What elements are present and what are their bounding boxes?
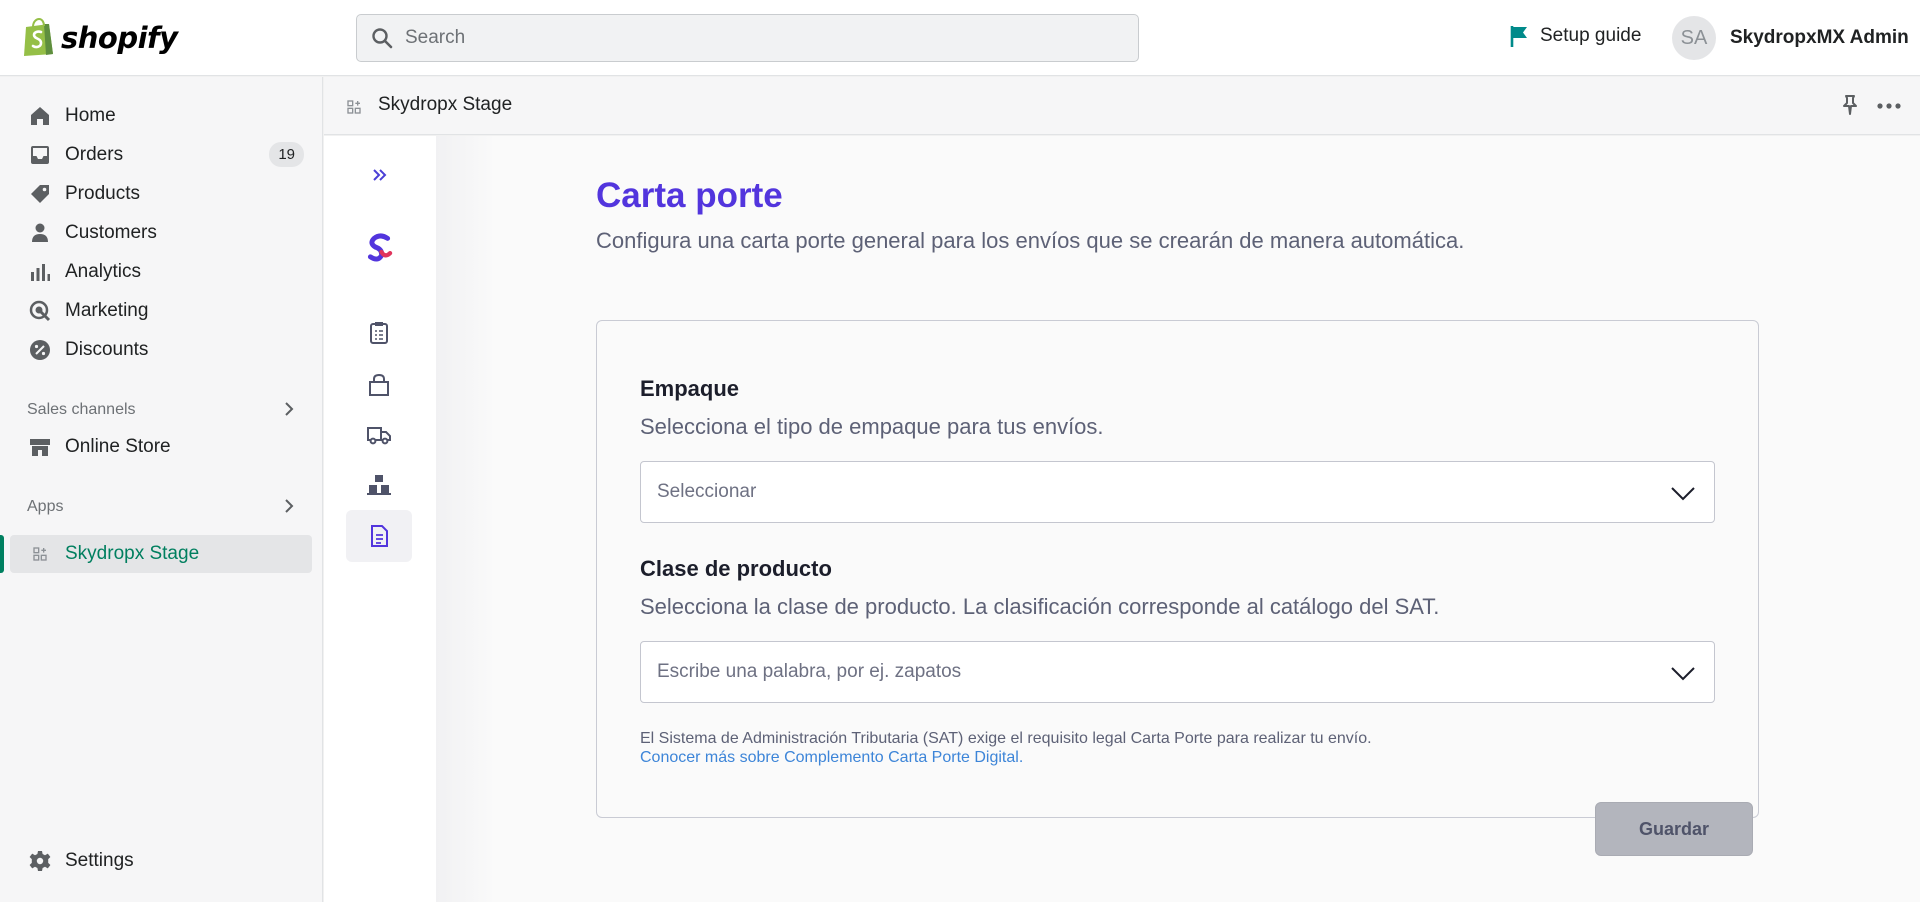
- rail-shop-button[interactable]: [346, 359, 412, 411]
- rail-orders-button[interactable]: [346, 307, 412, 359]
- search-bar[interactable]: [356, 14, 1139, 62]
- brand-name: shopify: [61, 20, 178, 55]
- boxes-icon: [367, 475, 391, 495]
- home-icon: [31, 107, 49, 125]
- tag-icon: [31, 185, 49, 203]
- chevron-down-icon: [1671, 667, 1695, 681]
- rail-carta-porte-button[interactable]: [346, 510, 412, 562]
- active-indicator: [0, 535, 4, 573]
- app-side-rail: [324, 136, 436, 902]
- rail-shipments-button[interactable]: [346, 409, 412, 461]
- packaging-select[interactable]: Seleccionar: [640, 461, 1715, 523]
- sidebar-item-label: Products: [65, 183, 140, 204]
- discount-icon: [30, 340, 50, 360]
- setup-guide-button[interactable]: Setup guide: [1508, 24, 1641, 48]
- page-subtitle: Configura una carta porte general para l…: [596, 228, 1465, 253]
- app-grid-icon: [33, 547, 47, 561]
- truck-icon: [367, 427, 391, 445]
- sidebar-item-discounts[interactable]: Discounts: [28, 334, 304, 366]
- sidebar-item-label: Orders: [65, 144, 124, 165]
- sidebar-item-orders[interactable]: Orders 19: [28, 139, 304, 171]
- save-button[interactable]: Guardar: [1595, 802, 1753, 856]
- chevron-right-icon[interactable]: [280, 400, 298, 418]
- gear-icon: [29, 851, 51, 871]
- app-title: Skydropx Stage: [378, 94, 513, 115]
- user-menu[interactable]: SA SkydropxMX Admin: [1672, 16, 1909, 60]
- search-icon: [372, 28, 393, 49]
- expand-rail-button[interactable]: [346, 149, 412, 201]
- sidebar-item-analytics[interactable]: Analytics: [28, 256, 304, 288]
- top-bar: shopify Setup guide SA SkydropxMX Admin: [0, 0, 1920, 76]
- rail-shadow: [436, 136, 496, 902]
- chevron-down-icon: [1671, 487, 1695, 501]
- sidebar-item-label: Marketing: [65, 300, 149, 321]
- flag-icon: [1510, 26, 1527, 47]
- app-grid-icon: [347, 100, 361, 114]
- sat-note: El Sistema de Administración Tributaria …: [640, 730, 1372, 747]
- search-input[interactable]: [405, 27, 1105, 49]
- sidebar-item-marketing[interactable]: Marketing: [28, 295, 304, 327]
- sidebar-item-label: Skydropx Stage: [65, 543, 200, 564]
- packaging-select-value: Seleccionar: [657, 481, 757, 502]
- skydropx-logo: [346, 221, 412, 273]
- document-icon: [371, 525, 388, 547]
- sidebar-item-home[interactable]: Home: [28, 100, 304, 132]
- product-class-placeholder: Escribe una palabra, por ej. zapatos: [657, 661, 962, 682]
- double-chevron-right-icon: [373, 169, 387, 181]
- page-title: Carta porte: [596, 176, 783, 215]
- target-icon: [29, 300, 51, 322]
- app-header: Skydropx Stage: [324, 77, 1920, 135]
- chevron-right-icon[interactable]: [280, 497, 298, 515]
- setup-guide-label: Setup guide: [1540, 25, 1642, 46]
- sidebar: Home Orders 19 Products Customers Analyt…: [0, 77, 323, 902]
- sidebar-item-products[interactable]: Products: [28, 178, 304, 210]
- product-class-select[interactable]: Escribe una palabra, por ej. zapatos: [640, 641, 1715, 703]
- sidebar-item-label: Home: [65, 105, 116, 126]
- store-icon: [30, 439, 50, 456]
- clipboard-icon: [370, 322, 388, 344]
- sidebar-item-label: Online Store: [65, 436, 171, 457]
- more-horizontal-icon[interactable]: [1876, 95, 1902, 117]
- user-name: SkydropxMX Admin: [1730, 27, 1909, 48]
- bar-chart-icon: [31, 264, 50, 281]
- shopping-bag-icon: [369, 373, 389, 396]
- skydropx-logo-icon: [367, 233, 393, 262]
- sidebar-item-label: Settings: [65, 850, 134, 871]
- sidebar-item-skydropx[interactable]: Skydropx Stage: [28, 538, 304, 570]
- sidebar-item-label: Discounts: [65, 339, 149, 360]
- carta-porte-info-link[interactable]: Conocer más sobre Complemento Carta Port…: [640, 749, 1023, 767]
- orders-icon: [31, 146, 49, 164]
- sidebar-item-label: Customers: [65, 222, 157, 243]
- rail-packages-button[interactable]: [346, 459, 412, 511]
- apps-title: Apps: [27, 498, 64, 515]
- sidebar-item-label: Analytics: [65, 261, 142, 282]
- person-icon: [32, 223, 48, 242]
- avatar: SA: [1672, 16, 1716, 60]
- shopify-bag-icon: [24, 18, 53, 56]
- product-class-label: Clase de producto: [640, 556, 832, 581]
- sales-channels-title: Sales channels: [27, 401, 136, 418]
- sidebar-item-customers[interactable]: Customers: [28, 217, 304, 249]
- orders-count-badge: 19: [269, 142, 304, 167]
- product-class-help: Selecciona la clase de producto. La clas…: [640, 594, 1440, 619]
- sidebar-item-online-store[interactable]: Online Store: [28, 431, 304, 463]
- shopify-logo[interactable]: shopify: [22, 18, 178, 57]
- pin-icon[interactable]: [1839, 94, 1861, 116]
- sidebar-item-settings[interactable]: Settings: [28, 845, 304, 877]
- packaging-help: Selecciona el tipo de empaque para tus e…: [640, 414, 1104, 439]
- packaging-label: Empaque: [640, 376, 740, 401]
